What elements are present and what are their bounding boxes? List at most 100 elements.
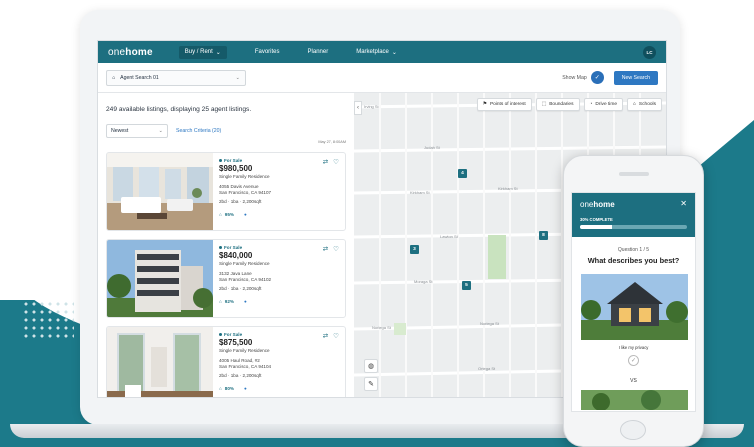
street-label: Kirkham St [498,186,518,191]
street-label: Lawton St [440,234,458,239]
search-toolbar: ⌂ Agent Search 01 ⌄ Show Map ✓ New Searc… [98,63,666,93]
listing-specs: 2bd · 1ba · 2,200sqft [219,286,262,292]
heart-icon[interactable]: ♡ [333,158,339,166]
status-badge: For Sale [219,245,339,250]
heart-icon[interactable]: ♡ [333,332,339,340]
card-actions: ⇄ ♡ [323,332,339,340]
listing-address: 4005 Haul Road, #2 San Francisco, CA 941… [219,358,272,370]
card-actions: ⇄ ♡ [323,245,339,253]
listing-price: $980,500 [219,164,253,173]
match-score: ⌂ 92% ● [219,299,247,305]
chevron-down-icon: ⌄ [235,74,240,81]
listing-type: Single Family Residence [219,174,270,179]
phone-speaker [619,172,649,176]
progress-label: 30% COMPLETE [580,217,613,222]
home-match-icon: ⌂ [219,299,222,305]
status-badge: For Sale [219,158,339,163]
nav-planner[interactable]: Planner [308,49,329,55]
sort-select[interactable]: Newest ⌄ [106,124,168,138]
listing-panel: 249 available listings, displaying 25 ag… [98,93,354,397]
compare-icon[interactable]: ⇄ [323,245,328,253]
listing-specs: 2bd · 1ba · 2,200sqft [219,199,262,205]
listing-price: $840,000 [219,251,253,260]
map-marker[interactable]: 8 [539,231,548,240]
flag-icon: ⚑ [482,102,487,107]
question-counter: Question 1 / 5 [617,247,650,253]
draw-icon[interactable]: ✎ [364,377,378,391]
home-button[interactable] [620,420,646,440]
listing-photo [107,153,213,230]
option-photo[interactable] [581,390,688,411]
listing-type: Single Family Residence [219,348,270,353]
map-marker[interactable]: 3 [410,245,419,254]
listing-card[interactable]: For Sale $840,000 Single Family Residenc… [106,239,346,318]
street-label: Judah St [424,145,440,150]
nav-buy-rent[interactable]: Buy / Rent ⌄ [178,45,227,59]
listing-address: 4055 Davis Avenue San Francisco, CA 9410… [219,184,272,196]
map-marker[interactable]: 5 [462,281,471,290]
street-label: Ortega St [478,366,496,371]
listing-specs: 2bd · 1ba · 2,200sqft [219,373,262,379]
search-criteria-link[interactable]: Search Criteria (20) [176,128,221,134]
home-match-icon: ⌂ [219,386,222,392]
top-nav: onehome Buy / Rent ⌄ Favorites Planner Ma… [98,41,666,63]
listing-card[interactable]: For Sale $875,500 Single Family Residenc… [106,326,346,397]
schools-button[interactable]: ⌂ Schools [627,98,662,111]
street-label: Noriega St [372,325,391,330]
match-score: ⌂ 95% ● [219,212,247,218]
listing-photo [107,240,213,317]
drive-time-button[interactable]: ◔ Drive time [583,98,624,111]
avatar[interactable]: LC [643,45,656,59]
close-icon[interactable]: ✕ [680,199,687,208]
street-label: Moraga St [414,279,433,284]
listing-price: $875,500 [219,338,253,347]
collapse-list-button[interactable]: ‹ [354,101,362,115]
question-title: What describes you best? [587,256,680,265]
dot-pattern [22,300,74,342]
heart-icon[interactable]: ♡ [333,245,339,253]
option-caption: I like my privacy [618,345,649,350]
listing-address: 3132 Java Lane San Francisco, CA 94102 [219,271,272,283]
listing-type: Single Family Residence [219,261,270,266]
nav-favorites[interactable]: Favorites [255,49,280,55]
compare-icon[interactable]: ⇄ [323,158,328,166]
quiz-header: onehome ✕ 30% COMPLETE [572,193,695,237]
map-pin-icon[interactable]: ● [244,386,247,391]
map-pin-icon[interactable]: ● [244,212,247,217]
chevron-down-icon: ⌄ [391,49,397,56]
map-filter-buttons: ⚑ Points of interest ⬚ Boundaries ◔ Drive t… [476,98,662,111]
compare-icon[interactable]: ⇄ [323,332,328,340]
chevron-down-icon: ⌄ [158,128,163,134]
points-of-interest-button[interactable]: ⚑ Points of interest [476,98,532,111]
progress-fill [580,225,613,229]
street-label: Noriega St [480,321,499,326]
boundaries-button[interactable]: ⬚ Boundaries [535,98,580,111]
brand-logo: onehome [580,200,615,209]
listing-info: For Sale $980,500 Single Family Residenc… [213,153,345,230]
home-match-icon: ⌂ [219,212,222,218]
listing-count: 249 available listings, displaying 25 ag… [106,106,252,113]
nav-marketplace[interactable]: Marketplace ⌄ [356,49,397,56]
brand-logo[interactable]: onehome [108,47,153,58]
car-icon: ◔ [589,102,593,107]
globe-icon[interactable]: ◍ [364,359,378,373]
boundary-icon: ⬚ [541,102,547,107]
listing-card[interactable]: For Sale $980,500 Single Family Residenc… [106,152,346,231]
agent-search-select[interactable]: ⌂ Agent Search 01 ⌄ [106,69,246,86]
select-option-check-icon[interactable]: ✓ [628,355,639,366]
phone-frame: onehome ✕ 30% COMPLETE Question 1 / 5 Wh… [563,155,704,447]
show-map-group: Show Map ✓ [562,71,604,84]
sort-row: Newest ⌄ Search Criteria (20) [106,124,346,138]
show-map-toggle[interactable]: ✓ [590,71,604,84]
school-icon: ⌂ [633,102,636,107]
home-search-icon: ⌂ [112,74,116,81]
card-actions: ⇄ ♡ [323,158,339,166]
option-photo[interactable] [581,274,688,340]
street-label: Kirkham St [410,190,430,195]
map-marker[interactable]: 4 [458,169,467,178]
map-pin-icon[interactable]: ● [244,299,247,304]
chevron-down-icon: ⌄ [215,49,221,56]
progress-bar [580,225,687,229]
listing-photo [107,327,213,397]
new-search-button[interactable]: New Search [613,70,658,85]
